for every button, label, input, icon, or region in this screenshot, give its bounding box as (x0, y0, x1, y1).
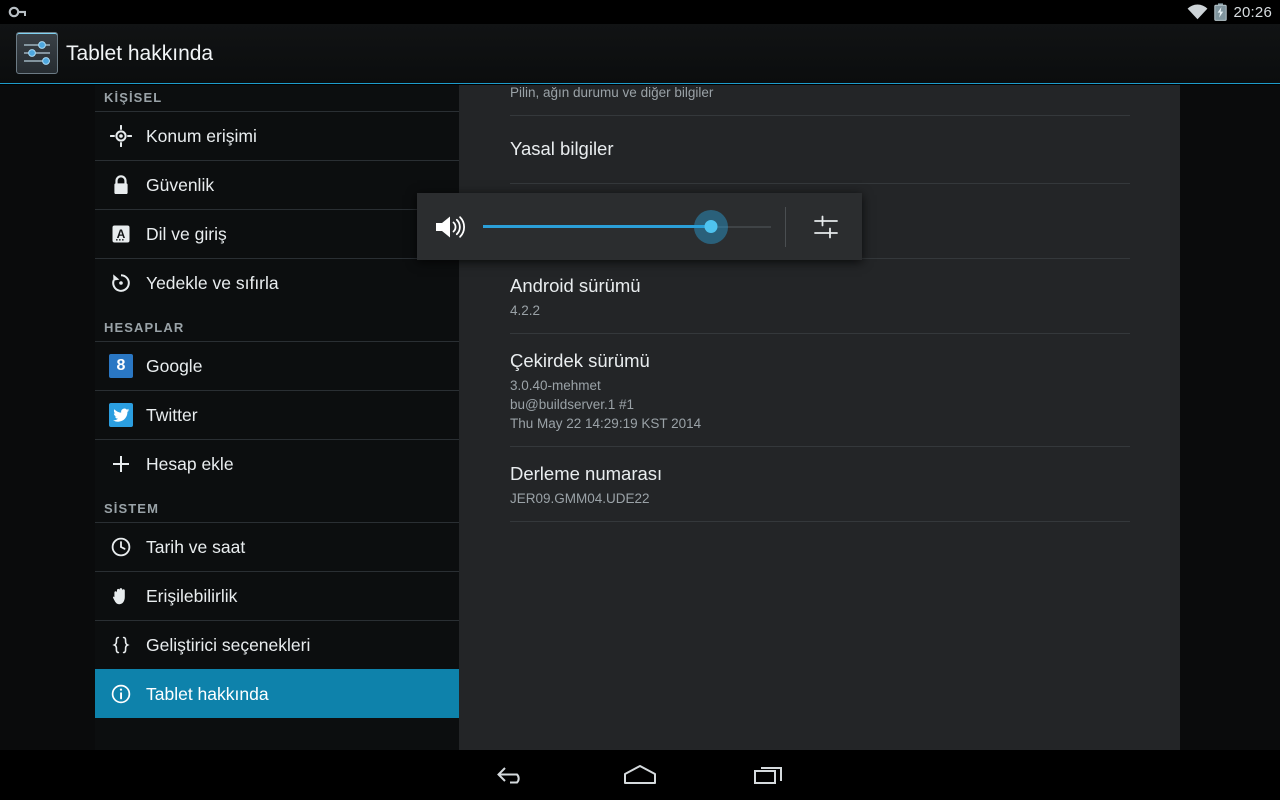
sidebar-item-twitter[interactable]: Twitter (95, 390, 460, 439)
language-letter-a-icon: A (104, 223, 138, 245)
sidebar-item-label: Geliştirici seçenekleri (146, 634, 311, 655)
page-title: Tablet hakkında (66, 42, 214, 65)
sidebar-item-label: Güvenlik (146, 174, 215, 195)
sidebar-item-language-input[interactable]: A Dil ve giriş (95, 209, 460, 258)
sidebar-item-label: Erişilebilirlik (146, 585, 238, 606)
action-bar: Tablet hakkında (0, 24, 1280, 84)
settings-sliders-icon[interactable] (16, 32, 58, 74)
sidebar-section-header-accounts: HESAPLAR (104, 320, 185, 335)
volume-slider-fill (483, 225, 711, 228)
about-tablet-list: Durum Pilin, ağın durumu ve diğer bilgil… (510, 85, 1130, 522)
detail-row-title: Android sürümü (510, 275, 641, 296)
sidebar-item-label: Yedekle ve sıfırla (146, 272, 279, 293)
overlay-divider (785, 206, 786, 247)
twitter-bird-icon (104, 403, 138, 427)
sidebar-item-label: Konum erişimi (146, 125, 257, 146)
home-icon[interactable] (600, 750, 680, 800)
sidebar-item-google[interactable]: 8 Google (95, 341, 460, 390)
detail-row-legal-information[interactable]: Yasal bilgiler (510, 116, 1130, 184)
status-bar: 20:26 (0, 0, 1280, 24)
volume-overlay-panel[interactable] (417, 193, 862, 260)
about-tablet-detail-panel[interactable]: Durum Pilin, ağın durumu ve diğer bilgil… (459, 85, 1180, 750)
content-root: KİŞİSEL Konum erişimi Güvenlik A Dil ve … (0, 85, 1280, 750)
detail-row-subtitle: Pilin, ağın durumu ve diğer bilgiler (510, 85, 714, 100)
status-bar-clock: 20:26 (1233, 3, 1272, 21)
braces-icon (104, 634, 138, 656)
sidebar-item-label: Google (146, 355, 203, 376)
detail-row-title: Çekirdek sürümü (510, 350, 650, 371)
vpn-key-icon (8, 5, 28, 19)
detail-row-kernel-version[interactable]: Çekirdek sürümü 3.0.40-mehmet bu@buildse… (510, 334, 1130, 447)
battery-charging-icon (1214, 3, 1228, 21)
sound-settings-sliders-icon[interactable] (790, 212, 862, 242)
sidebar-item-accessibility[interactable]: Erişilebilirlik (95, 571, 460, 620)
plus-icon (104, 453, 138, 475)
detail-row-subtitle: 4.2.2 (510, 303, 541, 318)
sidebar-item-location-access[interactable]: Konum erişimi (95, 111, 460, 160)
sidebar-item-label: Tarih ve saat (146, 536, 246, 557)
detail-row-android-version[interactable]: Android sürümü 4.2.2 (510, 259, 1130, 334)
sidebar-item-developer-options[interactable]: Geliştirici seçenekleri (95, 620, 460, 669)
android-tablet-screen: 20:26 Tablet hakkında KİŞİSEL Konum eriş… (0, 0, 1280, 800)
status-bar-left-icons (8, 0, 28, 24)
lock-icon (104, 174, 138, 196)
detail-row-title: Yasal bilgiler (510, 138, 614, 159)
location-crosshair-icon (104, 125, 138, 147)
sidebar-item-label: Dil ve giriş (146, 223, 227, 244)
sidebar-item-add-account[interactable]: Hesap ekle (95, 439, 460, 488)
wifi-icon (1187, 4, 1208, 20)
sidebar-item-label: Hesap ekle (146, 453, 234, 474)
clock-icon (104, 536, 138, 558)
sidebar-item-label: Twitter (146, 404, 198, 425)
google-account-icon: 8 (104, 354, 138, 378)
navigation-bar[interactable] (0, 750, 1280, 800)
detail-row-title: Derleme numarası (510, 463, 663, 484)
back-icon[interactable] (472, 750, 552, 800)
sidebar-item-date-time[interactable]: Tarih ve saat (95, 522, 460, 571)
settings-sidebar[interactable]: KİŞİSEL Konum erişimi Güvenlik A Dil ve … (95, 85, 460, 750)
restore-backup-icon (104, 272, 138, 294)
volume-slider[interactable] (483, 209, 771, 244)
sidebar-item-security[interactable]: Güvenlik (95, 160, 460, 209)
detail-row-subtitle: JER09.GMM04.UDE22 (510, 491, 650, 506)
volume-slider-thumb[interactable] (704, 220, 718, 233)
recents-icon[interactable] (729, 750, 809, 800)
hand-icon (104, 585, 138, 607)
sidebar-section-header-system: SİSTEM (104, 501, 159, 516)
sidebar-item-label: Tablet hakkında (146, 683, 269, 704)
detail-row-build-number[interactable]: Derleme numarası JER09.GMM04.UDE22 (510, 447, 1130, 522)
sidebar-item-about-tablet[interactable]: Tablet hakkında (95, 669, 460, 718)
sidebar-item-backup-reset[interactable]: Yedekle ve sıfırla (95, 258, 460, 307)
status-bar-right-icons: 20:26 (1187, 0, 1272, 24)
volume-up-icon[interactable] (417, 213, 483, 241)
info-circle-icon (104, 683, 138, 705)
sidebar-section-header-personal: KİŞİSEL (104, 90, 163, 105)
detail-row-status[interactable]: Durum Pilin, ağın durumu ve diğer bilgil… (510, 85, 1130, 116)
svg-text:A: A (117, 227, 126, 241)
detail-row-subtitle: 3.0.40-mehmet bu@buildserver.1 #1 Thu Ma… (510, 378, 702, 431)
